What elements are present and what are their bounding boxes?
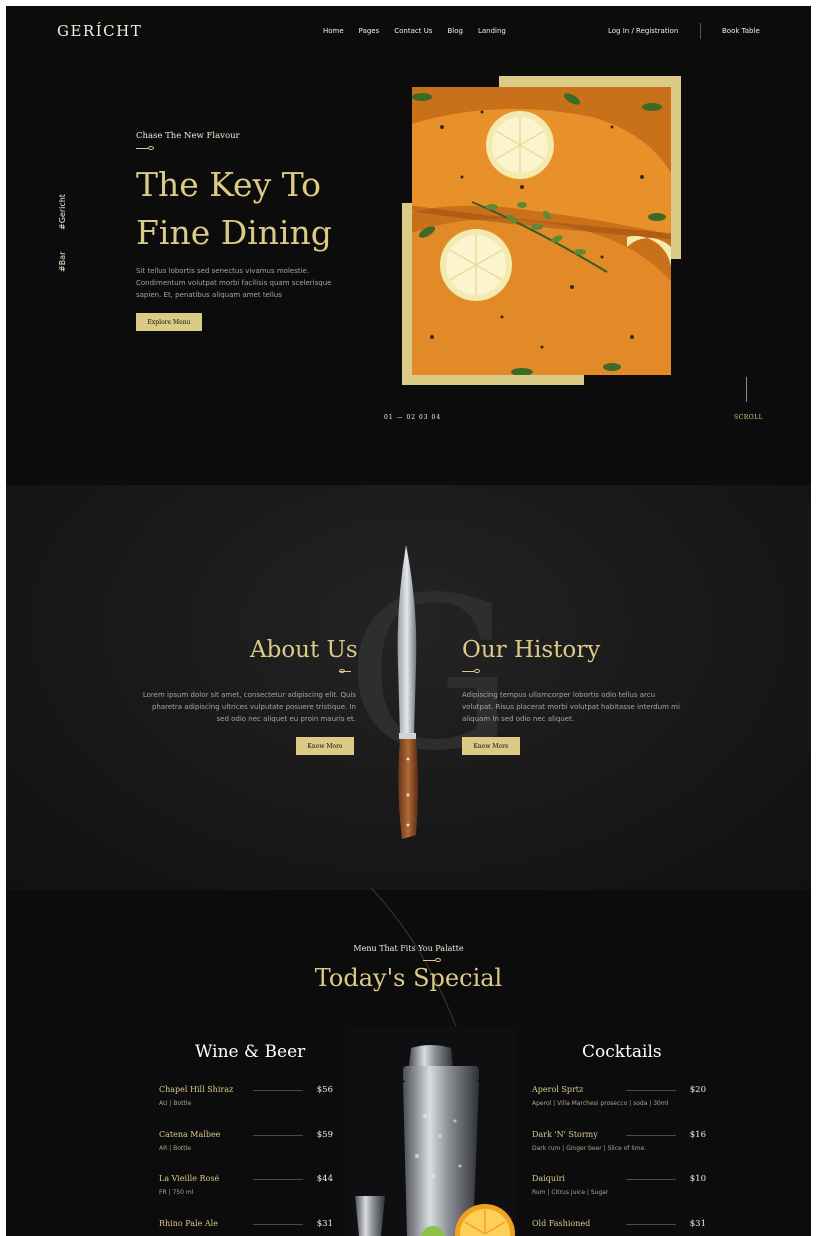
menu-item-name: Old Fashioned (532, 1219, 591, 1228)
menu-item-line (253, 1135, 303, 1136)
menu-item[interactable]: Daiquiri $10 Rum | Citrus juice | Sugar (532, 1174, 706, 1204)
knife-image (397, 545, 418, 839)
side-link-gericht[interactable]: #Gericht (58, 194, 67, 230)
menu-item[interactable]: Catena Malbee $59 AR | Bottle (159, 1130, 333, 1160)
cocktail-shaker-image (345, 1026, 518, 1236)
menu-item-price: $10 (689, 1174, 706, 1184)
hero-title-line1: The Key To (136, 165, 322, 204)
menu-item-price: $44 (316, 1174, 333, 1184)
nav-contact-us[interactable]: Contact Us (394, 27, 432, 35)
menu-item-desc: AR | Bottle (159, 1145, 191, 1152)
about-section: G About Us Lorem ipsum dolor sit amet, c… (6, 485, 811, 890)
explore-menu-button[interactable]: Explore Menu (136, 313, 202, 331)
menu-item[interactable]: Chapel Hill Shiraz $56 AU | Bottle (159, 1085, 333, 1115)
main-nav: Home Pages Contact Us Blog Landing (323, 27, 506, 35)
menu-item-name: Dark 'N' Stormy (532, 1130, 598, 1139)
menu-item-name: Chapel Hill Shiraz (159, 1085, 234, 1094)
page-frame: GERÍCHT Home Pages Contact Us Blog Landi… (6, 6, 811, 1236)
menu-item-name: Aperol Sprtz (532, 1085, 584, 1094)
menu-item-desc: AU | Bottle (159, 1100, 192, 1107)
about-title: About Us (250, 637, 358, 663)
menu-item-name: Daiquiri (532, 1174, 565, 1183)
menu-item-price: $16 (689, 1130, 706, 1140)
menu-item-line (626, 1090, 676, 1091)
menu-item-line (253, 1090, 303, 1091)
menu-item-line (253, 1179, 303, 1180)
about-know-more-button[interactable]: Know More (296, 737, 354, 755)
menu-spoon-icon (423, 958, 441, 962)
salmon-dish-image (412, 87, 671, 375)
menu-item-price: $56 (316, 1085, 333, 1095)
menu-item-price: $59 (316, 1130, 333, 1140)
menu-item-line (626, 1179, 676, 1180)
nav-blog[interactable]: Blog (448, 27, 463, 35)
spoon-divider-icon (136, 146, 154, 150)
cocktails-title: Cocktails (582, 1042, 662, 1062)
side-link-bar[interactable]: #Bar (58, 252, 67, 272)
logo[interactable]: GERÍCHT (57, 22, 142, 40)
menu-item-price: $31 (689, 1219, 706, 1229)
menu-item-line (253, 1224, 303, 1225)
menu-title: Today's Special (314, 964, 503, 992)
menu-item[interactable]: Rhino Pale Ale $31 (159, 1219, 333, 1236)
menu-item-name: La Vieille Rosé (159, 1174, 220, 1183)
menu-item-desc: Rum | Citrus juice | Sugar (532, 1189, 609, 1196)
hero-title-line2: Fine Dining (136, 213, 332, 252)
about-spoon-icon (339, 669, 357, 673)
menu-item-price: $20 (689, 1085, 706, 1095)
scroll-label[interactable]: SCROLL (734, 414, 763, 421)
menu-item-name: Catena Malbee (159, 1130, 221, 1139)
book-table-link[interactable]: Book Table (722, 27, 760, 35)
wine-beer-title: Wine & Beer (195, 1042, 306, 1062)
social-side-links: #Gericht #Bar (58, 194, 72, 276)
hero-title: The Key To Fine Dining (136, 161, 332, 257)
nav-divider (700, 23, 701, 39)
nav-home[interactable]: Home (323, 27, 344, 35)
menu-item-name: Rhino Pale Ale (159, 1219, 218, 1228)
menu-item-line (626, 1135, 676, 1136)
login-link[interactable]: Log In / Registration (608, 27, 678, 35)
menu-item[interactable]: Dark 'N' Stormy $16 Dark rum | Ginger be… (532, 1130, 706, 1160)
menu-item-desc: FR | 750 ml (159, 1189, 194, 1196)
history-text: Adipiscing tempus ullamcorper lobortis o… (462, 691, 680, 723)
history-title: Our History (462, 637, 601, 663)
history-know-more-button[interactable]: Know More (462, 737, 520, 755)
menu-item[interactable]: Old Fashioned $31 (532, 1219, 706, 1236)
menu-subtitle: Menu That Fits You Palatte (353, 944, 464, 953)
menu-item[interactable]: Aperol Sprtz $20 Aperol | Villa Marchesi… (532, 1085, 706, 1115)
history-spoon-icon (462, 669, 480, 673)
about-text: Lorem ipsum dolor sit amet, consectetur … (142, 691, 356, 723)
menu-item[interactable]: La Vieille Rosé $44 FR | 750 ml (159, 1174, 333, 1204)
menu-item-line (626, 1224, 676, 1225)
nav-landing[interactable]: Landing (478, 27, 506, 35)
nav-pages[interactable]: Pages (359, 27, 380, 35)
decor-line (370, 887, 459, 1033)
hero-description: Sit tellus lobortis sed senectus vivamus… (136, 267, 332, 299)
menu-item-price: $31 (316, 1219, 333, 1229)
hero-subtitle: Chase The New Flavour (136, 131, 240, 141)
menu-item-desc: Aperol | Villa Marchesi prosecco | soda … (532, 1100, 669, 1107)
slide-indicator[interactable]: 01 — 02 03 04 (384, 414, 441, 421)
scroll-line (746, 377, 747, 402)
menu-item-desc: Dark rum | Ginger beer | Slice of lime. (532, 1145, 647, 1152)
